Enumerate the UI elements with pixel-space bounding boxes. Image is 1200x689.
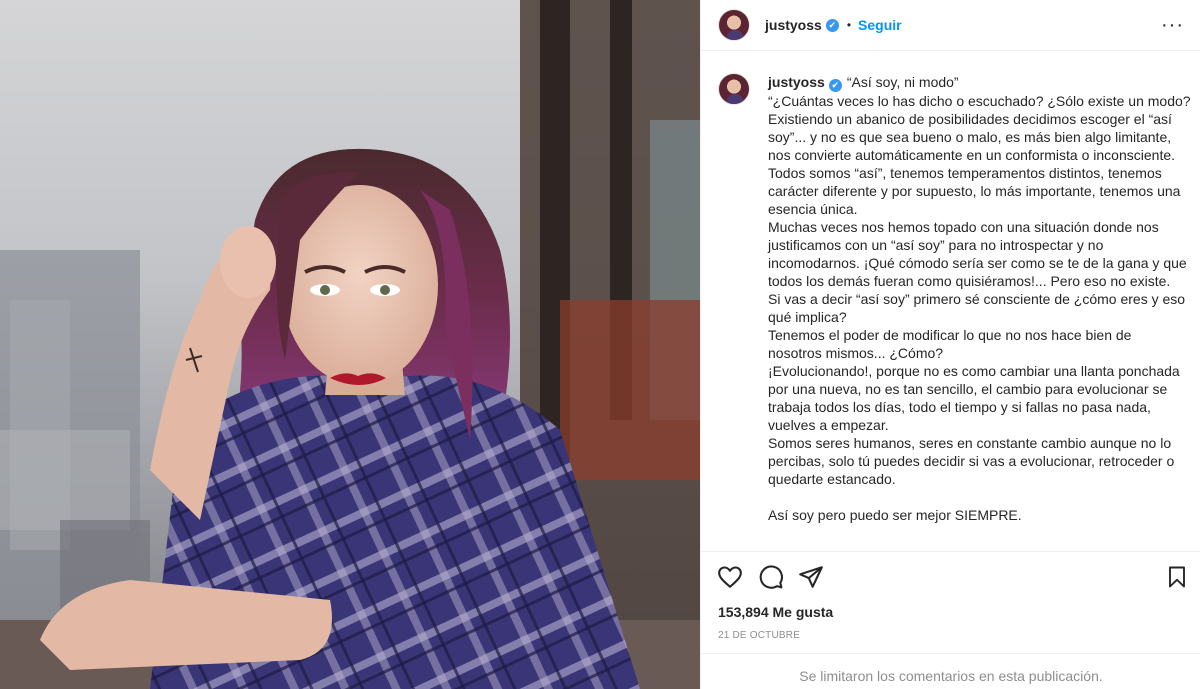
caption-head: justyoss ✔ “Así soy, ni modo” [768, 73, 1191, 92]
comment-icon[interactable] [758, 564, 784, 590]
username[interactable]: justyoss [765, 17, 822, 33]
portrait-photo [0, 0, 700, 689]
post-photo[interactable] [0, 0, 700, 689]
caption-line: quedarte estancado. [768, 470, 896, 487]
caption-line: soy”... y no es que sea bueno o malo, es… [768, 128, 1172, 145]
post-date[interactable]: 21 DE OCTUBRE [718, 630, 800, 641]
caption-line: Somos seres humanos, seres en constante … [768, 434, 1172, 451]
caption-title: “Así soy, ni modo” [846, 74, 959, 90]
likes-count[interactable]: 153,894 Me gusta [718, 604, 833, 620]
more-options-icon[interactable]: ··· [1161, 15, 1184, 35]
caption-closing: Así soy pero puedo ser mejor SIEMPRE. [768, 506, 1022, 523]
caption-line: justificamos con un “así soy” para no in… [768, 236, 1104, 253]
caption-line: Muchas veces nos hemos topado con una si… [768, 218, 1159, 235]
likes-label: Me gusta [772, 604, 834, 620]
caption-line: nos convierte automáticamente en un conf… [768, 146, 1176, 163]
caption-line: todos los demás fueran como quisiéramos!… [768, 272, 1171, 289]
action-bar [701, 551, 1200, 599]
caption-line: Si vas a decir “así soy” primero sé cons… [768, 290, 1186, 307]
post-details-panel: justyoss ✔ • Seguir ··· justyoss ✔ “Así so… [700, 0, 1200, 689]
caption-line: trabaja todos los días, todo el tiempo y… [768, 398, 1151, 415]
caption: justyoss ✔ “Así soy, ni modo” “¿Cuántas ve… [768, 73, 1191, 552]
caption-username[interactable]: justyoss [768, 74, 825, 90]
likes-number: 153,894 [718, 604, 769, 620]
caption-line: esencia única. [768, 200, 858, 217]
comments-limited-note: Se limitaron los comentarios en esta pub… [701, 653, 1200, 689]
header-user-block: justyoss ✔ • Seguir [765, 17, 902, 33]
bookmark-icon[interactable] [1165, 564, 1189, 590]
caption-line: percibas, solo tú puedes decidir si vas … [768, 452, 1175, 469]
verified-badge-icon: ✔ [825, 18, 839, 32]
avatar[interactable] [718, 9, 750, 41]
caption-line: incomodarnos. ¡Qué cómodo sería ser como… [768, 254, 1187, 271]
caption-line: nosotros mismos... ¿Cómo? [768, 344, 944, 361]
caption-line: vuelves a empezar. [768, 416, 889, 433]
caption-line: Tenemos el poder de modificar lo que no … [768, 326, 1132, 343]
follow-button[interactable]: Seguir [858, 17, 902, 33]
caption-line: Todos somos “así”, tenemos temperamentos… [768, 164, 1162, 181]
heart-icon[interactable] [717, 564, 743, 590]
caption-avatar-wrap [718, 73, 750, 552]
caption-area: justyoss ✔ “Así soy, ni modo” “¿Cuántas ve… [701, 52, 1200, 552]
caption-line: “¿Cuántas veces lo has dicho o escuchado… [768, 92, 1191, 109]
caption-line: ¡Evolucionando!, porque no es como cambi… [768, 362, 1180, 379]
send-icon[interactable] [798, 564, 824, 590]
caption-line: qué implica? [768, 308, 847, 325]
separator-dot: • [846, 18, 852, 32]
post-header: justyoss ✔ • Seguir ··· [701, 0, 1200, 51]
caption-line: carácter diferente y por supuesto, lo má… [768, 182, 1181, 199]
caption-line: por una nueva, no es tan sencillo, el ca… [768, 380, 1168, 397]
caption-line: Existiendo un abanico de posibilidades d… [768, 110, 1172, 127]
avatar[interactable] [718, 73, 750, 105]
verified-badge-icon: ✔ [828, 78, 842, 92]
